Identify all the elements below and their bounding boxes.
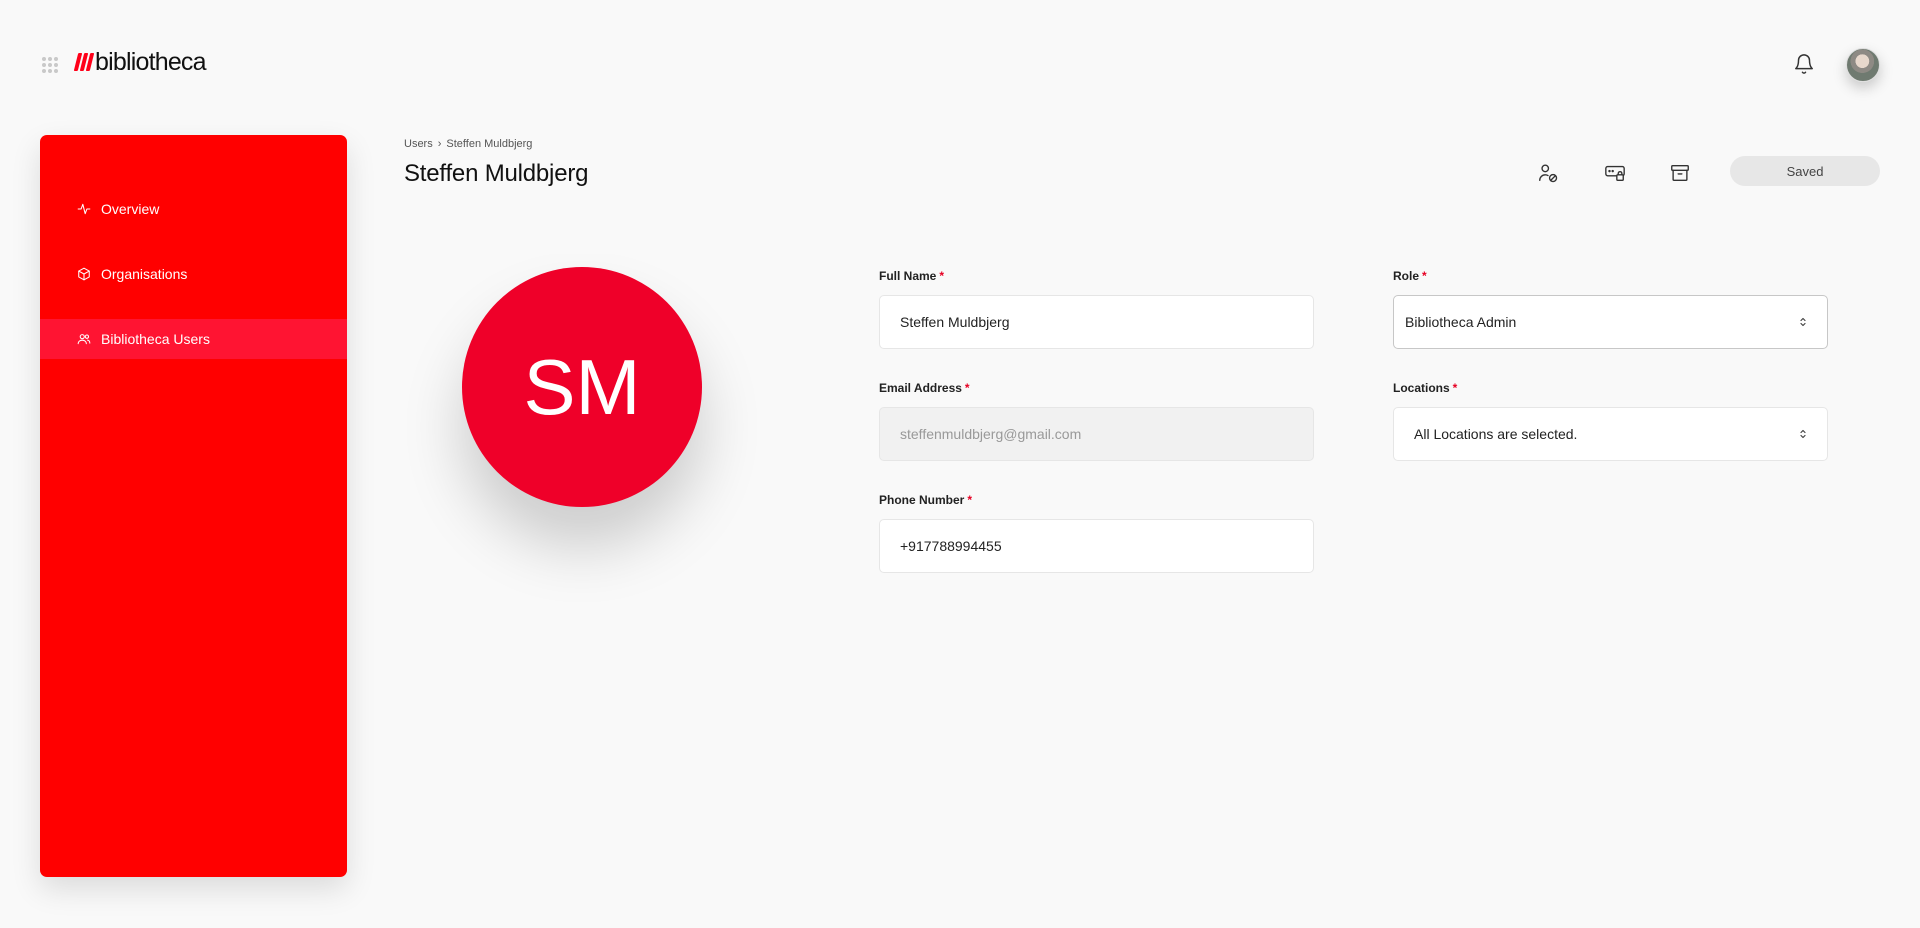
role-select[interactable]: Bibliotheca Admin <box>1393 295 1828 349</box>
email-input: steffenmuldbjerg@gmail.com <box>879 407 1314 461</box>
box-icon <box>78 267 90 281</box>
sidebar-item-bibliotheca-users[interactable]: Bibliotheca Users <box>40 319 347 359</box>
email-label: Email Address * <box>879 381 970 395</box>
user-avatar[interactable] <box>1846 48 1880 82</box>
phone-label: Phone Number * <box>879 493 973 507</box>
top-bar: bibliotheca <box>0 0 1920 130</box>
users-icon <box>77 334 91 345</box>
logo-mark-icon <box>73 53 95 71</box>
phone-input[interactable]: +917788994455 <box>879 519 1314 573</box>
sidebar-item-label: Bibliotheca Users <box>101 331 210 347</box>
sidebar-item-organisations[interactable]: Organisations <box>40 254 347 294</box>
role-label: Role * <box>1393 269 1427 283</box>
saved-button[interactable]: Saved <box>1730 156 1880 186</box>
reset-password-button[interactable] <box>1602 160 1628 186</box>
deactivate-user-button[interactable] <box>1535 160 1561 186</box>
breadcrumb: Users › Steffen Muldbjerg <box>404 138 532 150</box>
bibliotheca-logo[interactable]: bibliotheca <box>73 47 207 76</box>
archive-icon <box>1671 164 1689 182</box>
breadcrumb-separator: › <box>437 138 442 150</box>
logo-text: bibliotheca <box>95 47 207 76</box>
chevron-up-down-icon <box>1800 317 1806 327</box>
apps-grid-icon[interactable] <box>42 57 58 73</box>
activity-icon <box>77 203 91 215</box>
locations-label: Locations * <box>1393 381 1458 395</box>
password-lock-icon <box>1605 165 1625 182</box>
sidebar-item-label: Overview <box>101 201 160 217</box>
user-block-icon <box>1539 164 1558 183</box>
user-initials-avatar[interactable]: SM <box>462 267 702 507</box>
full-name-label: Full Name * <box>879 269 945 283</box>
notification-bell-icon[interactable] <box>1793 53 1815 77</box>
breadcrumb-users-link[interactable]: Users <box>404 138 433 150</box>
breadcrumb-current: Steffen Muldbjerg <box>446 138 533 150</box>
page-title: Steffen Muldbjerg <box>404 160 589 187</box>
sidebar-item-overview[interactable]: Overview <box>40 189 347 229</box>
sidebar: Overview Organisations Bibliotheca Users <box>40 135 347 877</box>
archive-user-button[interactable] <box>1667 160 1693 186</box>
locations-select[interactable]: All Locations are selected. <box>1393 407 1828 461</box>
chevron-up-down-icon <box>1800 429 1806 439</box>
sidebar-item-label: Organisations <box>101 266 188 282</box>
full-name-input[interactable]: Steffen Muldbjerg <box>879 295 1314 349</box>
